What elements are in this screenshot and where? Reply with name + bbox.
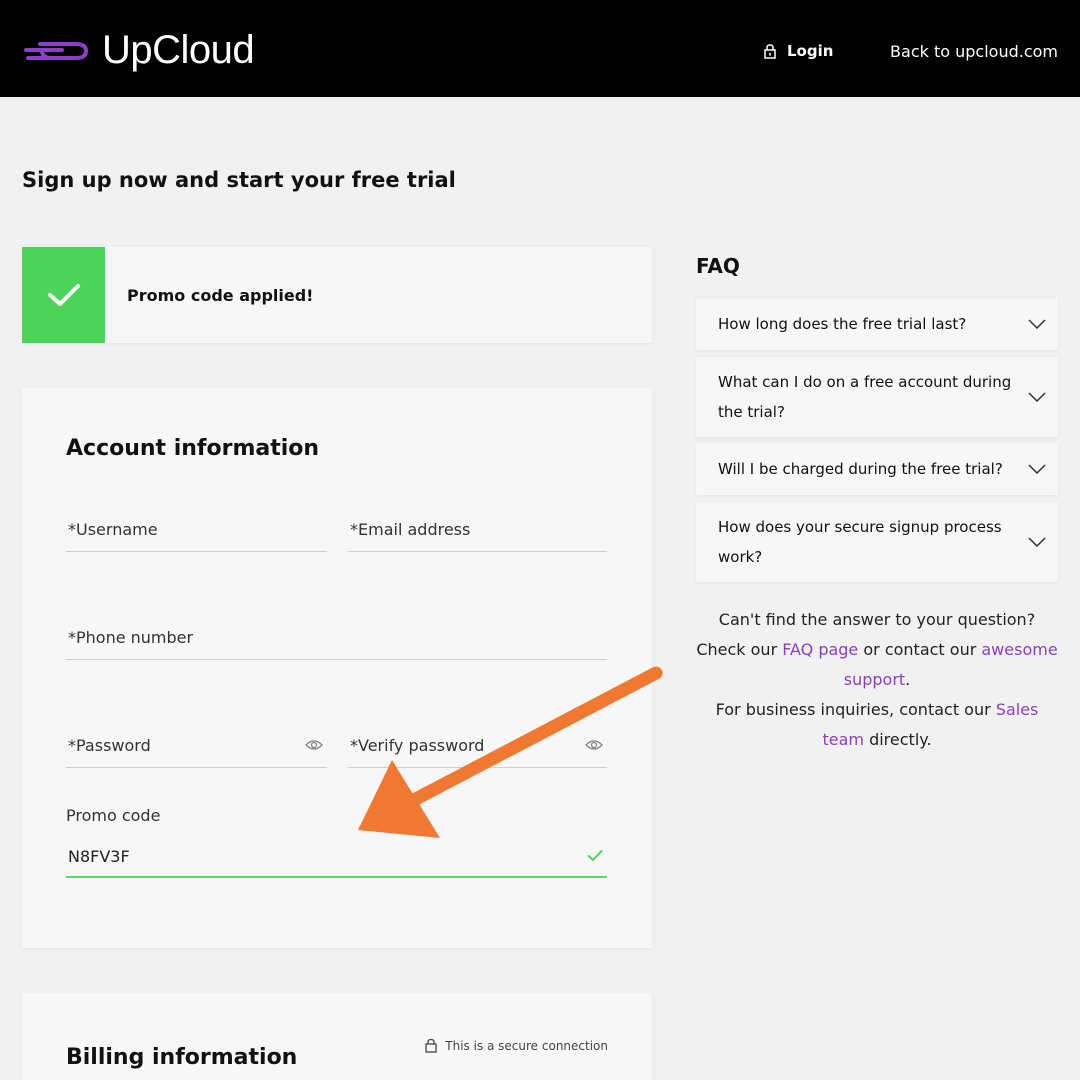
show-password-eye-icon[interactable] — [305, 738, 323, 752]
promo-code-label: Promo code — [66, 806, 161, 825]
chevron-down-icon — [1028, 392, 1046, 402]
chevron-down-icon — [1028, 319, 1046, 329]
phone-input[interactable] — [66, 616, 607, 659]
promo-code-field — [66, 836, 607, 878]
promo-applied-text: Promo code applied! — [127, 285, 314, 305]
username-field — [66, 508, 327, 552]
verify-password-field — [348, 724, 607, 768]
account-information-title: Account information — [66, 436, 320, 461]
promo-success-badge — [22, 247, 105, 343]
faq-page-link[interactable]: FAQ page — [782, 640, 858, 659]
verify-password-input[interactable] — [348, 724, 607, 767]
login-link[interactable]: Login — [763, 42, 833, 60]
password-field — [66, 724, 327, 768]
faq-question: Will I be charged during the free trial? — [718, 460, 1003, 478]
page-title: Sign up now and start your free trial — [22, 168, 456, 192]
help-line-2: Check our FAQ page or contact our awesom… — [696, 640, 1058, 689]
chevron-down-icon — [1028, 464, 1046, 474]
promo-applied-banner: Promo code applied! — [22, 247, 652, 343]
faq-item-free-account[interactable]: What can I do on a free account during t… — [696, 357, 1058, 437]
billing-information-title: Billing information — [66, 1045, 298, 1070]
help-text: Can't find the answer to your question? … — [696, 605, 1058, 755]
faq-title: FAQ — [696, 254, 740, 278]
faq-question: How long does the free trial last? — [718, 315, 967, 333]
password-input[interactable] — [66, 724, 327, 767]
lock-icon — [764, 44, 776, 59]
phone-field — [66, 616, 607, 660]
secure-connection-text: This is a secure connection — [445, 1038, 608, 1053]
faq-item-secure-signup[interactable]: How does your secure signup process work… — [696, 502, 1058, 582]
promo-code-input[interactable] — [66, 836, 607, 876]
account-information-card: Account information Promo code — [22, 388, 652, 948]
email-field — [348, 508, 607, 552]
faq-item-trial-length[interactable]: How long does the free trial last? — [696, 298, 1058, 350]
back-to-site-link[interactable]: Back to upcloud.com — [890, 42, 1058, 61]
help-line-3: For business inquiries, contact our Sale… — [715, 700, 1039, 749]
email-input[interactable] — [348, 508, 607, 551]
chevron-down-icon — [1028, 537, 1046, 547]
faq-question: How does your secure signup process work… — [718, 518, 1002, 566]
help-line-1: Can't find the answer to your question? — [718, 610, 1036, 629]
login-label: Login — [787, 42, 834, 60]
checkmark-icon — [47, 284, 80, 306]
billing-information-card: Billing information This is a secure con… — [22, 993, 652, 1080]
secure-connection-note: This is a secure connection — [425, 1038, 608, 1053]
promo-valid-check-icon — [587, 850, 603, 861]
padlock-icon — [425, 1038, 437, 1053]
show-verify-password-eye-icon[interactable] — [585, 738, 603, 752]
faq-item-charges[interactable]: Will I be charged during the free trial? — [696, 443, 1058, 495]
top-header: UpCloud Login Back to upcloud.com — [0, 0, 1080, 97]
upcloud-logo-icon — [24, 41, 89, 60]
faq-question: What can I do on a free account during t… — [718, 373, 1012, 421]
brand-name: UpCloud — [102, 28, 255, 72]
username-input[interactable] — [66, 508, 327, 551]
upcloud-logo[interactable]: UpCloud — [22, 28, 255, 73]
